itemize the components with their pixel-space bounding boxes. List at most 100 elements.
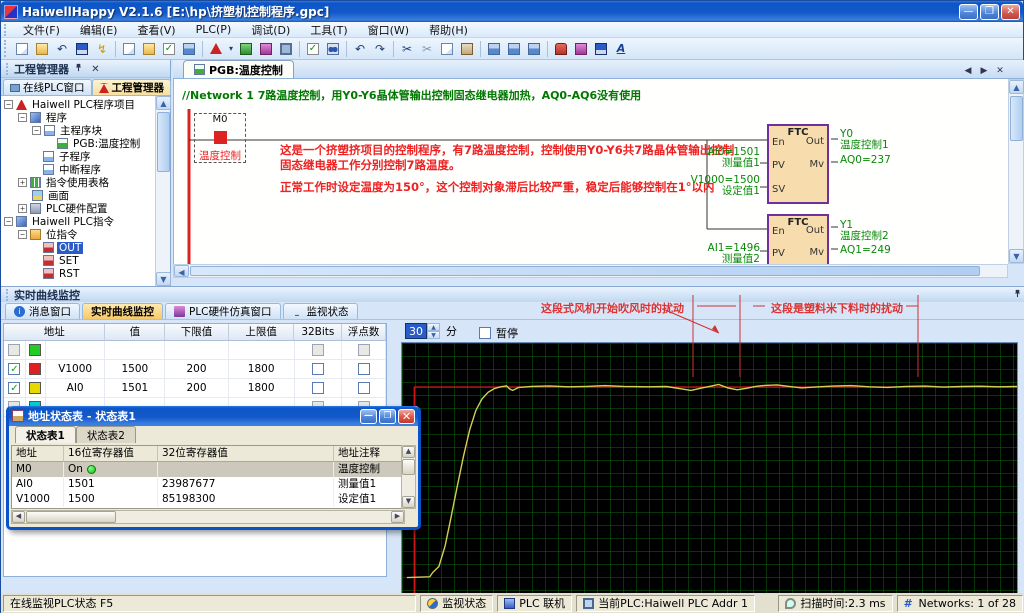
close-button[interactable]: ✕ <box>1001 4 1020 20</box>
scroll-thumb[interactable] <box>402 459 415 475</box>
tab-pgb-temperature[interactable]: PGB:温度控制 <box>183 60 294 78</box>
menu-debug[interactable]: 调试(D) <box>242 21 299 39</box>
network-append-icon[interactable] <box>505 40 523 57</box>
tree-item-bit-instructions[interactable]: −位指令 <box>1 228 170 241</box>
scroll-up-icon[interactable]: ▲ <box>1009 80 1024 94</box>
operand-out2[interactable]: Y1温度控制2 <box>840 220 889 242</box>
save-table-icon[interactable] <box>592 40 610 57</box>
minimize-button[interactable]: — <box>360 409 377 424</box>
table-row[interactable]: AI0 1501 200 1800 <box>4 379 386 398</box>
row-checkbox[interactable] <box>8 344 20 356</box>
collapse-icon[interactable]: − <box>18 230 27 239</box>
page-send-icon[interactable] <box>140 40 158 57</box>
ftc-block-2[interactable]: FTC En PV Out Mv <box>767 214 829 264</box>
expand-icon[interactable]: + <box>18 178 27 187</box>
interval-up-icon[interactable]: ▲ <box>427 323 440 331</box>
collapse-icon[interactable]: − <box>18 113 27 122</box>
com-config-icon[interactable] <box>572 40 590 57</box>
tab-watch-status[interactable]: _监视状态 <box>283 303 358 319</box>
interval-input[interactable]: 30 <box>405 323 427 339</box>
collapse-icon[interactable]: − <box>4 100 13 109</box>
tab-online-plc[interactable]: 在线PLC窗口 <box>3 79 92 95</box>
tree-item-set[interactable]: SET <box>1 254 170 267</box>
close-panel-icon[interactable]: ✕ <box>88 62 103 76</box>
contact-m0[interactable]: M0 温度控制 <box>194 113 246 163</box>
pause-checkbox[interactable] <box>479 327 491 339</box>
network-insert-icon[interactable] <box>485 40 503 57</box>
ftc-block-1[interactable]: FTC En PV SV Out Mv <box>767 124 829 204</box>
expand-icon[interactable]: + <box>18 204 27 213</box>
row-checkbox[interactable] <box>8 382 20 394</box>
scroll-left-icon[interactable]: ◀ <box>174 265 189 277</box>
restore-button[interactable]: ❐ <box>980 4 999 20</box>
menu-edit[interactable]: 编辑(E) <box>71 21 127 39</box>
pin-icon[interactable] <box>1010 288 1024 302</box>
page-report-icon[interactable] <box>180 40 198 57</box>
scroll-thumb[interactable] <box>190 266 980 276</box>
new-icon[interactable] <box>13 40 31 57</box>
import-icon[interactable]: ↯ <box>93 40 111 57</box>
syntax-check-icon[interactable]: ✓ <box>304 40 322 57</box>
editor-vscrollbar[interactable]: ▲ ▼ <box>1008 79 1024 264</box>
download-plc-icon[interactable] <box>237 40 255 57</box>
close-button[interactable]: ✕ <box>398 409 415 424</box>
tab-status-table1[interactable]: 状态表1 <box>15 426 76 443</box>
menu-plc[interactable]: PLC(P) <box>187 22 241 37</box>
revert-icon[interactable]: ↶ <box>53 40 71 57</box>
tree-item-instruction-root[interactable]: −Haiwell PLC指令 <box>1 215 170 228</box>
font-icon[interactable]: A <box>612 40 630 57</box>
editor-hscrollbar[interactable]: ◀ <box>173 264 1008 278</box>
operand-mv1[interactable]: AQ0=237 <box>840 155 891 166</box>
scroll-thumb[interactable] <box>1010 96 1023 141</box>
interval-down-icon[interactable]: ▼ <box>427 331 440 339</box>
paste-icon[interactable] <box>458 40 476 57</box>
operand-pv1[interactable]: AI0=1501测量值1 <box>672 147 760 169</box>
logo-dropdown-icon[interactable]: ▾ <box>227 40 235 57</box>
tab-curve-monitor[interactable]: 实时曲线监控 <box>82 303 163 319</box>
page-verify-icon[interactable]: ✓ <box>160 40 178 57</box>
scroll-thumb[interactable] <box>26 511 116 523</box>
tree-item-instruction-table[interactable]: +指令使用表格 <box>1 176 170 189</box>
status-row-v1000[interactable]: V1000 1500 85198300 设定值1 <box>12 492 404 507</box>
float-checkbox[interactable] <box>358 344 370 356</box>
menu-window[interactable]: 窗口(W) <box>359 21 418 39</box>
status-hscrollbar[interactable]: ◀ ▶ <box>11 510 405 524</box>
operand-sv1[interactable]: V1000=1500设定值1 <box>672 175 760 197</box>
menu-view[interactable]: 查看(V) <box>128 21 184 39</box>
copy-icon[interactable] <box>438 40 456 57</box>
table-row[interactable]: V1000 1500 200 1800 <box>4 360 386 379</box>
save-icon[interactable] <box>73 40 91 57</box>
undo-icon[interactable]: ↶ <box>351 40 369 57</box>
bits32-checkbox[interactable] <box>312 363 324 375</box>
cut-small-icon[interactable]: ✂ <box>418 40 436 57</box>
tab-project-manager[interactable]: 工程管理器 <box>92 79 172 95</box>
operand-pv2[interactable]: AI1=1496测量值2 <box>672 243 760 264</box>
collapse-icon[interactable]: − <box>32 126 41 135</box>
scroll-thumb[interactable] <box>157 112 170 172</box>
operand-out1[interactable]: Y0温度控制1 <box>840 129 889 151</box>
tab-plc-simulator[interactable]: PLC硬件仿真窗口 <box>165 303 281 319</box>
menu-help[interactable]: 帮助(H) <box>420 21 477 39</box>
scroll-up-icon[interactable]: ▲ <box>156 96 171 110</box>
pin-icon[interactable] <box>71 62 86 76</box>
row-checkbox[interactable] <box>8 363 20 375</box>
tab-status-table2[interactable]: 状态表2 <box>76 426 136 443</box>
status-vscrollbar[interactable]: ▲ ▼ <box>401 445 416 509</box>
maximize-button[interactable]: ❐ <box>379 409 396 424</box>
upload-plc-icon[interactable] <box>257 40 275 57</box>
minimize-button[interactable]: — <box>959 4 978 20</box>
bits32-checkbox[interactable] <box>312 382 324 394</box>
tree-item-project-root[interactable]: −Haiwell PLC程序项目 <box>1 98 170 111</box>
page-copy-icon[interactable] <box>120 40 138 57</box>
cut-icon[interactable]: ✂ <box>398 40 416 57</box>
find-icon[interactable] <box>324 40 342 57</box>
monitor-icon[interactable] <box>277 40 295 57</box>
tab-message-window[interactable]: i消息窗口 <box>5 303 80 319</box>
network-delete-icon[interactable] <box>525 40 543 57</box>
operand-mv2[interactable]: AQ1=249 <box>840 245 891 256</box>
bits32-checkbox[interactable] <box>312 344 324 356</box>
menu-tools[interactable]: 工具(T) <box>301 21 356 39</box>
address-status-window[interactable]: 地址状态表 - 状态表1 — ❐ ✕ 状态表1 状态表2 地址 16位寄存器值 … <box>6 406 421 530</box>
open-icon[interactable] <box>33 40 51 57</box>
status-row-ai0[interactable]: AI0 1501 23987677 测量值1 <box>12 477 404 492</box>
